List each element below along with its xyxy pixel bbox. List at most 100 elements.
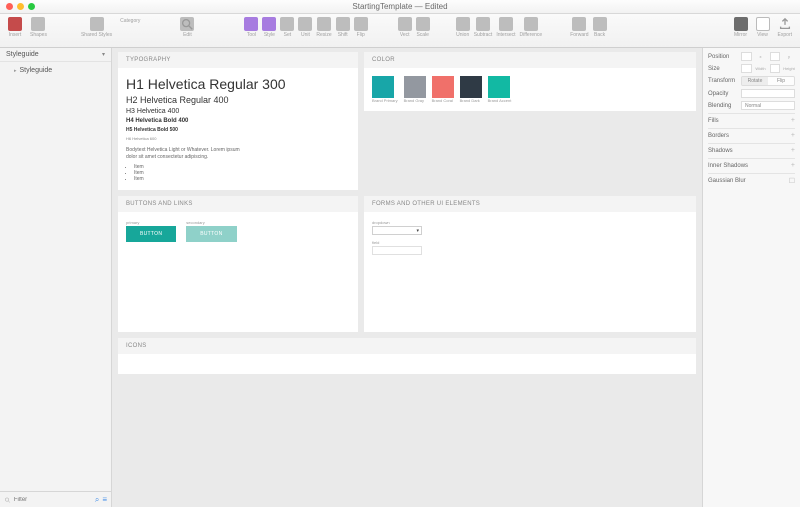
width-field[interactable]: [741, 64, 752, 73]
filter-input[interactable]: [14, 497, 92, 503]
subtract-button[interactable]: Subtract: [474, 17, 493, 38]
page-selector[interactable]: Styleguide ▾: [0, 48, 111, 62]
height-field[interactable]: [770, 64, 781, 73]
list-sample: ItemItemItem: [126, 164, 350, 182]
tool-button[interactable]: Tool: [244, 17, 258, 38]
typography-title: TYPOGRAPHY: [118, 52, 358, 68]
h6-sample: H6 Helvetica 600: [126, 136, 350, 141]
unit-button[interactable]: Unit: [298, 17, 312, 38]
borders-section[interactable]: Borders+: [708, 128, 795, 140]
shapes-button[interactable]: Shapes: [30, 17, 47, 38]
primary-button[interactable]: BUTTON: [126, 226, 176, 242]
typography-panel: TYPOGRAPHY H1 Helvetica Regular 300 H2 H…: [118, 52, 358, 190]
view-icon: [756, 17, 770, 31]
secondary-button[interactable]: BUTTON: [186, 226, 236, 242]
transform-segment[interactable]: RotateFlip: [741, 76, 795, 86]
primary-caption: primary: [126, 220, 176, 225]
vector-group: Vect Scale: [398, 17, 430, 38]
set-icon: [280, 17, 294, 31]
layer-panel: Styleguide ▾ Styleguide ⌕ ≡: [0, 48, 112, 507]
scale-icon: [416, 17, 430, 31]
swatch-label: Brand Primary: [372, 99, 398, 103]
difference-button[interactable]: Difference: [520, 17, 543, 38]
canvas[interactable]: TYPOGRAPHY H1 Helvetica Regular 300 H2 H…: [112, 48, 702, 507]
scale-button[interactable]: Scale: [416, 17, 430, 38]
color-panel: COLOR Brand PrimaryBrand GrayBrand Coral…: [364, 52, 696, 111]
forward-button[interactable]: Forward: [570, 17, 588, 38]
inner-shadows-section[interactable]: Inner Shadows+: [708, 158, 795, 170]
shadows-section[interactable]: Shadows+: [708, 143, 795, 155]
export-button[interactable]: Export: [778, 17, 792, 38]
secondary-caption: secondary: [186, 220, 236, 225]
view-button[interactable]: View: [756, 17, 770, 38]
swatch-label: Brand Gray: [404, 99, 424, 103]
shift-button[interactable]: Shift: [336, 17, 350, 38]
swatch-box: [432, 76, 454, 98]
layer-filter: ⌕ ≡: [0, 491, 111, 507]
swatch-box: [372, 76, 394, 98]
plus-icon[interactable]: +: [791, 132, 795, 139]
icons-title: ICONS: [118, 338, 696, 354]
opacity-label: Opacity: [708, 91, 738, 97]
plus-icon[interactable]: ☐: [789, 177, 795, 185]
form-input[interactable]: [372, 246, 422, 255]
layer-item[interactable]: Styleguide: [4, 65, 107, 76]
position-x-field[interactable]: [741, 52, 752, 61]
subtract-icon: [476, 17, 490, 31]
style-button[interactable]: Style: [262, 17, 276, 38]
main-area: Styleguide ▾ Styleguide ⌕ ≡ TYPOGRAPHY H…: [0, 48, 800, 507]
search-icon: [180, 17, 194, 31]
shared-styles-button[interactable]: Shared Styles: [81, 17, 112, 38]
transform-label: Transform: [708, 78, 738, 84]
list-item: Item: [134, 176, 350, 182]
forward-icon: [572, 17, 586, 31]
plus-icon[interactable]: +: [791, 147, 795, 154]
window-title: StartingTemplate — Edited: [0, 2, 800, 11]
opacity-field[interactable]: [741, 89, 795, 98]
buttons-title: BUTTONS AND LINKS: [118, 196, 358, 212]
edit-button[interactable]: Edit: [180, 17, 194, 38]
list-icon[interactable]: ≡: [102, 495, 107, 504]
vect-icon: [398, 17, 412, 31]
h1-sample: H1 Helvetica Regular 300: [126, 76, 350, 92]
icons-panel: ICONS: [118, 338, 696, 374]
set-button[interactable]: Set: [280, 17, 294, 38]
layers-group: Forward Back: [570, 17, 606, 38]
swatch-box: [404, 76, 426, 98]
h2-sample: H2 Helvetica Regular 400: [126, 95, 350, 105]
color-swatch: Brand Gray: [404, 76, 426, 103]
h3-sample: H3 Helvetica 400: [126, 108, 350, 115]
swatch-row: Brand Primary Brand Gray Brand Coral Brand …: [372, 76, 688, 103]
gaussian-blur-section[interactable]: Gaussian Blur☐: [708, 173, 795, 186]
plus-icon[interactable]: +: [791, 117, 795, 124]
shift-icon: [336, 17, 350, 31]
h5-sample: H5 Helvetica Bold 500: [126, 127, 350, 133]
resize-icon: [317, 17, 331, 31]
flip-button[interactable]: Flip: [354, 17, 368, 38]
swatch-box: [488, 76, 510, 98]
back-button[interactable]: Back: [593, 17, 607, 38]
body-sample: Bodytext Helvetica Light or Whatever. Lo…: [126, 147, 246, 161]
plus-icon[interactable]: +: [791, 162, 795, 169]
intersect-icon: [499, 17, 513, 31]
insert-button[interactable]: Insert: [8, 17, 22, 38]
color-swatch: Brand Primary: [372, 76, 398, 103]
swatch-label: Brand Coral: [432, 99, 453, 103]
filter-icon[interactable]: ⌕: [95, 495, 99, 505]
fills-section[interactable]: Fills+: [708, 113, 795, 125]
blending-select[interactable]: Normal: [741, 101, 795, 110]
layer-list: Styleguide: [0, 62, 111, 491]
swatch-label: Brand Accent: [488, 99, 512, 103]
vect-button[interactable]: Vect: [398, 17, 412, 38]
mirror-button[interactable]: Mirror: [734, 17, 748, 38]
style-icon: [262, 17, 276, 31]
union-icon: [456, 17, 470, 31]
input-label: field: [372, 240, 688, 245]
mirror-icon: [734, 17, 748, 31]
position-y-field[interactable]: [770, 52, 781, 61]
form-select[interactable]: ▾: [372, 226, 422, 235]
union-button[interactable]: Union: [456, 17, 470, 38]
intersect-button[interactable]: Intersect: [496, 17, 515, 38]
resize-button[interactable]: Resize: [316, 17, 331, 38]
category-group: Category: [120, 17, 140, 24]
